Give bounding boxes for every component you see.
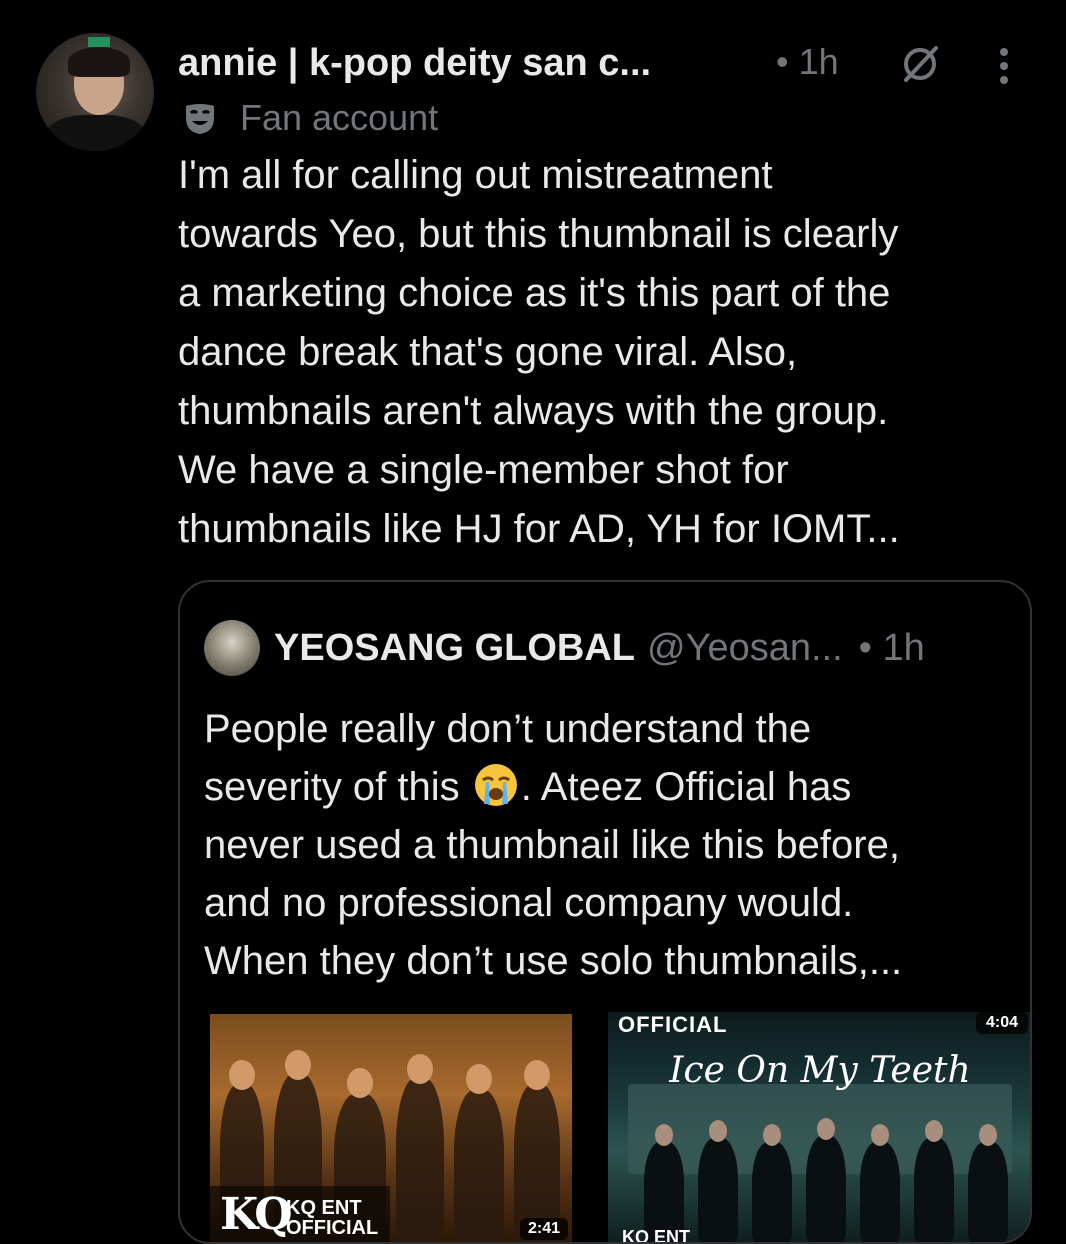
avatar-shirt	[46, 115, 146, 151]
loudly-crying-face-icon	[474, 764, 517, 806]
display-name[interactable]: annie | k-pop deity san c...	[178, 42, 651, 85]
quoted-post[interactable]: YEOSANG GLOBAL @Yeosan... • 1h People re…	[178, 580, 1032, 1244]
dancer-head	[466, 1064, 492, 1094]
member-head	[763, 1124, 781, 1146]
video-duration: 4:04	[975, 1012, 1028, 1034]
quoted-timestamp: • 1h	[858, 626, 925, 669]
member-head	[709, 1120, 727, 1142]
member-figure	[968, 1142, 1008, 1242]
badge-label: Fan account	[240, 97, 439, 138]
dancer-head	[285, 1050, 311, 1080]
post-timestamp[interactable]: • 1h	[776, 41, 839, 83]
avatar-hair	[68, 47, 130, 77]
grok-icon[interactable]	[898, 42, 942, 86]
dancer-head	[229, 1060, 255, 1090]
video-duration: 2:41	[519, 1218, 568, 1240]
dancer-head	[407, 1054, 433, 1084]
video-title-overlay: Ice On My Teeth	[669, 1050, 971, 1091]
channel-logo: KQ KQ ENT OFFICIAL	[210, 1186, 390, 1242]
member-figure	[752, 1142, 792, 1242]
quoted-display-name[interactable]: YEOSANG GLOBAL	[274, 627, 635, 670]
mask-icon	[186, 104, 214, 134]
video-thumbnail-1[interactable]: KQ KQ ENT OFFICIAL 2:41	[210, 1014, 572, 1242]
post-text: I'm all for calling out mistreatment tow…	[178, 153, 900, 551]
quoted-handle[interactable]: @Yeosan...	[647, 627, 843, 670]
quoted-post-header: YEOSANG GLOBAL @Yeosan... • 1h	[204, 620, 925, 676]
channel-label-bottom: KQ ENT	[622, 1227, 691, 1242]
member-head	[925, 1120, 943, 1142]
member-figure	[698, 1138, 738, 1242]
member-figure	[806, 1136, 846, 1242]
post-header: annie | k-pop deity san c... • 1h	[178, 38, 1026, 88]
dancer-figure	[396, 1078, 444, 1242]
avatar[interactable]	[36, 33, 154, 151]
avatar-background-sign	[88, 37, 110, 47]
channel-label: OFFICIAL	[618, 1012, 728, 1037]
dancer-head	[524, 1060, 550, 1090]
quoted-post-text: People really don’t understand the sever…	[204, 700, 1014, 990]
account-badge[interactable]: Fan account	[182, 96, 438, 140]
dancer-figure	[454, 1090, 504, 1242]
member-head	[871, 1124, 889, 1146]
video-thumbnail-2[interactable]: OFFICIAL 4:04 Ice On My Teeth KQ ENT	[608, 1012, 1030, 1242]
member-head	[655, 1124, 673, 1146]
kq-logo: KQ	[220, 1189, 293, 1240]
member-head	[817, 1118, 835, 1140]
quoted-avatar[interactable]	[204, 620, 260, 676]
more-vertical-icon[interactable]	[994, 44, 1014, 88]
dancer-head	[347, 1068, 373, 1098]
member-figure	[914, 1138, 954, 1242]
channel-logo-text: KQ ENT OFFICIAL	[286, 1197, 379, 1239]
member-figure	[860, 1142, 900, 1242]
member-head	[979, 1124, 997, 1146]
